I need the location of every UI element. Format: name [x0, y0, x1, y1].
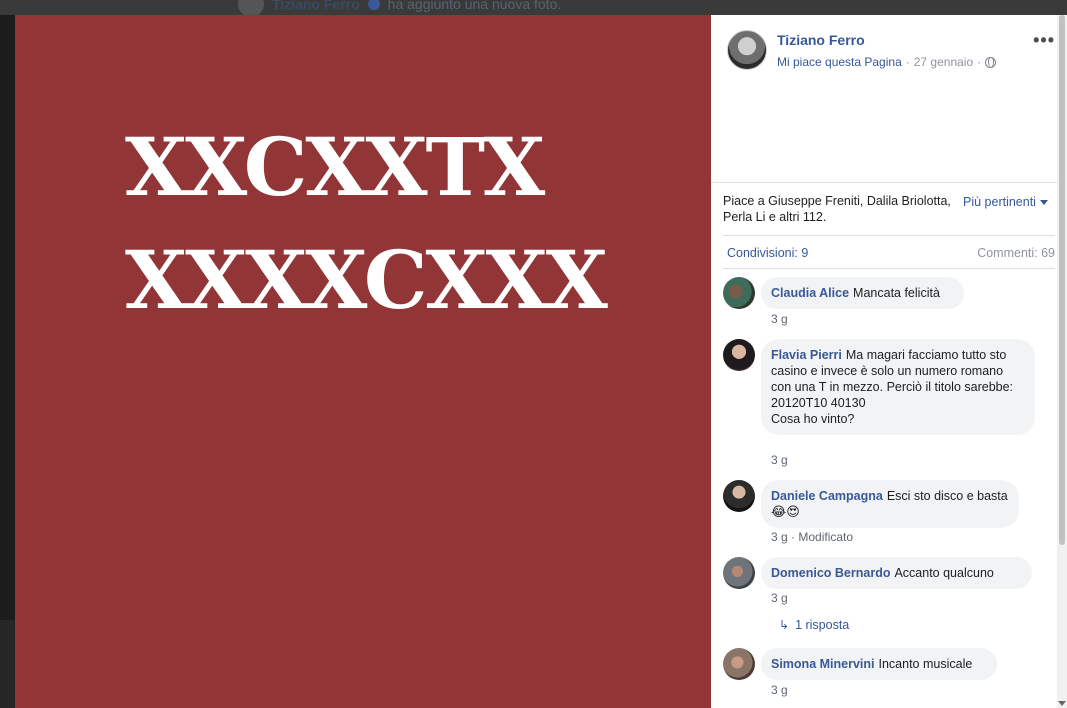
avatar[interactable]	[723, 557, 755, 589]
comment-author[interactable]: Domenico Bernardo	[771, 566, 890, 580]
shares-count-link[interactable]: Condivisioni: 9	[727, 246, 808, 260]
background-avatar	[238, 0, 264, 15]
view-replies-link[interactable]: ↳ 1 risposta	[779, 618, 849, 632]
comment-time[interactable]: 3 g	[771, 453, 788, 467]
comment-bubble: Daniele Campagna Esci sto disco e basta 😂…	[761, 480, 1019, 528]
comment-bubble: Claudia Alice Mancata felicità	[761, 277, 964, 309]
comment-item: Daniele Campagna Esci sto disco e basta 😂…	[723, 480, 1053, 550]
avatar[interactable]	[723, 648, 755, 680]
scrollbar[interactable]	[1057, 15, 1067, 708]
background-left-edge	[0, 620, 15, 708]
scroll-down-arrow-icon[interactable]	[1058, 701, 1066, 706]
comment-bubble: Simona Minervini Incanto musicale	[761, 648, 997, 680]
background-feed-strip: Tiziano Ferro ha aggiunto una nuova foto…	[0, 0, 1067, 15]
chevron-down-icon	[1039, 200, 1048, 206]
comment-sort-dropdown[interactable]: Più pertinenti	[963, 195, 1048, 209]
comment-text: Accanto qualcuno	[894, 566, 994, 580]
comment-time[interactable]: 3 g	[771, 591, 788, 605]
verified-badge-icon	[367, 0, 380, 10]
comment-meta: 3 g · Modificato	[771, 530, 853, 544]
comment-author[interactable]: Claudia Alice	[771, 286, 849, 300]
post-header: Tiziano Ferro Mi piace questa Pagina · 2…	[711, 15, 1067, 183]
laughing-heart-eyes-emoji-icon: 😂😍	[771, 504, 800, 519]
post-meta: Mi piace questa Pagina · 27 gennaio ·	[777, 55, 997, 69]
post-detail-panel: Tiziano Ferro Mi piace questa Pagina · 2…	[711, 15, 1067, 708]
post-date-link[interactable]: 27 gennaio	[914, 55, 973, 69]
divider	[723, 235, 1055, 236]
more-options-icon[interactable]: •••	[1033, 31, 1055, 49]
comment-text: Mancata felicità	[853, 286, 940, 300]
avatar[interactable]	[723, 277, 755, 309]
comment-author[interactable]: Simona Minervini	[771, 657, 875, 671]
replies-count: 1 risposta	[795, 618, 850, 632]
comment-item: Domenico Bernardo Accanto qualcuno 3 g ↳ 1…	[723, 557, 1053, 639]
comment-item: Simona Minervini Incanto musicale 3 g	[723, 648, 1053, 708]
comment-author[interactable]: Flavia Pierri	[771, 348, 842, 362]
comment-text: Esci sto disco e basta	[886, 489, 1008, 503]
scrollbar-thumb[interactable]	[1059, 15, 1065, 545]
comment-bubble: Domenico Bernardo Accanto qualcuno	[761, 557, 1032, 589]
likes-summary[interactable]: Piace a Giuseppe Freniti, Dalila Briolot…	[723, 193, 953, 225]
comments-count: Commenti: 69	[977, 246, 1055, 260]
comment-time[interactable]: 3 g	[771, 530, 788, 544]
comment-item: Flavia Pierri Ma magari facciamo tutto st…	[723, 339, 1053, 479]
globe-icon	[985, 56, 997, 68]
comment-bubble: Flavia Pierri Ma magari facciamo tutto st…	[761, 339, 1035, 435]
comment-text: Incanto musicale	[878, 657, 973, 671]
photo-text-line-2: XXXXCXXX	[125, 233, 608, 327]
background-author-name: Tiziano Ferro	[272, 0, 360, 12]
comment-time[interactable]: 3 g	[771, 312, 788, 326]
reply-arrow-icon: ↳	[779, 618, 790, 632]
background-action-text: ha aggiunto una nuova foto.	[387, 0, 562, 12]
meta-separator-2: ·	[977, 55, 982, 69]
post-photo[interactable]: XXCXXTX XXXXCXXX	[15, 15, 711, 708]
comment-author[interactable]: Daniele Campagna	[771, 489, 883, 503]
avatar[interactable]	[723, 480, 755, 512]
like-page-link[interactable]: Mi piace questa Pagina	[777, 55, 902, 69]
comment-item: Claudia Alice Mancata felicità 3 g	[723, 277, 1053, 337]
meta-separator: ·	[905, 55, 910, 69]
page-avatar[interactable]	[727, 30, 767, 70]
page-name-link[interactable]: Tiziano Ferro	[777, 32, 865, 48]
divider	[723, 268, 1055, 269]
photo-text-line-1: XXCXXTX	[125, 120, 545, 214]
avatar[interactable]	[723, 339, 755, 371]
comment-time[interactable]: 3 g	[771, 683, 788, 697]
comment-sort-label: Più pertinenti	[963, 195, 1036, 209]
edited-label: · Modificato	[791, 530, 854, 544]
